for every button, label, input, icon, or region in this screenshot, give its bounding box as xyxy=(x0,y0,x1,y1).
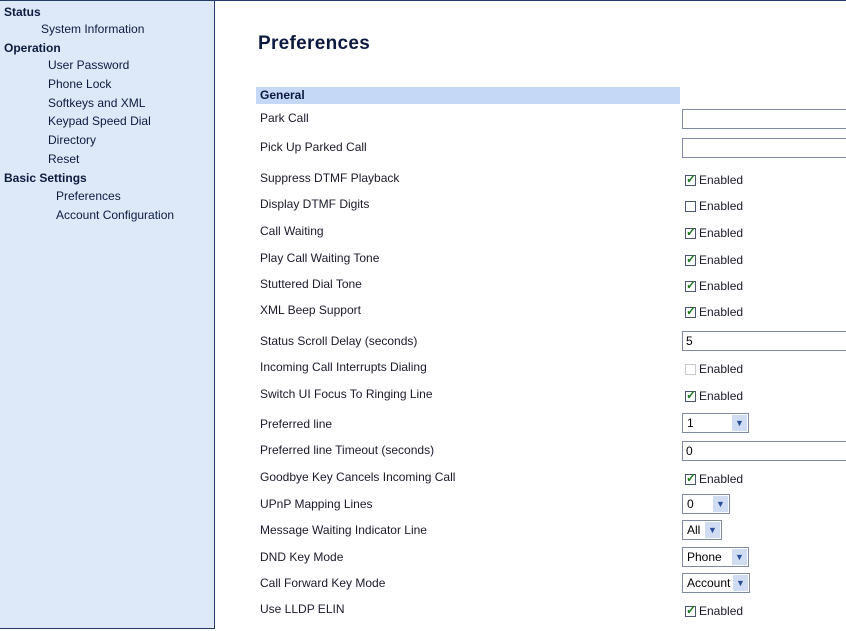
top-border xyxy=(215,0,846,1)
upnp-mapping-lines-select[interactable]: 0 ▼ xyxy=(682,494,730,514)
select-value: 1 xyxy=(687,416,694,430)
checkbox-box[interactable]: ✓ xyxy=(685,277,697,292)
sidebar-item-system-information[interactable]: System Information xyxy=(41,22,144,36)
park-call-input[interactable] xyxy=(682,109,846,129)
checkbox-box[interactable]: ✓ xyxy=(685,303,697,318)
sidebar-group-operation[interactable]: Operation xyxy=(4,41,61,55)
checkbox-box[interactable] xyxy=(685,363,696,375)
incoming-call-interrupts-dialing-checkbox[interactable]: Enabled xyxy=(685,362,743,376)
call-forward-key-mode-label: Call Forward Key Mode xyxy=(260,576,386,590)
switch-ui-focus-checkbox[interactable]: ✓ Enabled xyxy=(685,387,744,403)
enabled-label: Enabled xyxy=(699,604,744,618)
chevron-down-icon[interactable]: ▼ xyxy=(732,415,747,431)
pick-up-parked-call-label: Pick Up Parked Call xyxy=(260,140,367,154)
chevron-down-icon[interactable]: ▼ xyxy=(733,575,748,591)
sidebar-item-reset[interactable]: Reset xyxy=(48,152,79,166)
use-lldp-elin-checkbox[interactable]: ✓ Enabled xyxy=(685,602,744,618)
suppress-dtmf-playback-label: Suppress DTMF Playback xyxy=(260,171,400,185)
checkbox-box[interactable]: ✓ xyxy=(685,224,697,239)
section-header-bar xyxy=(256,87,680,104)
dnd-key-mode-label: DND Key Mode xyxy=(260,550,344,564)
checkbox-box[interactable]: ✓ xyxy=(685,171,697,186)
preferred-line-select[interactable]: 1 ▼ xyxy=(682,413,749,433)
park-call-label: Park Call xyxy=(260,111,309,125)
sidebar-item-preferences[interactable]: Preferences xyxy=(56,189,121,203)
xml-beep-support-label: XML Beep Support xyxy=(260,303,361,317)
check-mark-icon: ✓ xyxy=(686,277,697,292)
sidebar-group-basic-settings[interactable]: Basic Settings xyxy=(4,171,87,185)
chevron-down-icon[interactable]: ▼ xyxy=(732,549,747,565)
check-mark-icon: ✓ xyxy=(686,171,697,186)
goodbye-key-cancels-label: Goodbye Key Cancels Incoming Call xyxy=(260,470,456,484)
goodbye-key-cancels-checkbox[interactable]: ✓ Enabled xyxy=(685,470,744,486)
sidebar-item-account-configuration[interactable]: Account Configuration xyxy=(56,208,174,222)
page-title: Preferences xyxy=(258,33,371,54)
sidebar-item-directory[interactable]: Directory xyxy=(48,133,96,147)
preferred-line-label: Preferred line xyxy=(260,417,333,431)
sidebar-item-softkeys-and-xml[interactable]: Softkeys and XML xyxy=(48,96,145,110)
call-waiting-label: Call Waiting xyxy=(260,224,324,238)
display-dtmf-digits-label: Display DTMF Digits xyxy=(260,197,370,211)
sidebar-item-user-password[interactable]: User Password xyxy=(48,58,129,72)
suppress-dtmf-playback-checkbox[interactable]: ✓ Enabled xyxy=(685,171,744,187)
display-dtmf-digits-checkbox[interactable]: Enabled xyxy=(685,199,743,213)
use-lldp-elin-label: Use LLDP ELIN xyxy=(260,602,345,616)
call-waiting-checkbox[interactable]: ✓ Enabled xyxy=(685,224,744,240)
sidebar-group-status[interactable]: Status xyxy=(4,5,41,19)
check-mark-icon: ✓ xyxy=(686,387,697,402)
chevron-down-icon[interactable]: ▼ xyxy=(705,522,720,538)
status-scroll-delay-input[interactable] xyxy=(682,331,846,351)
stuttered-dial-tone-checkbox[interactable]: ✓ Enabled xyxy=(685,277,744,293)
upnp-mapping-lines-label: UPnP Mapping Lines xyxy=(260,497,373,511)
enabled-label: Enabled xyxy=(699,199,744,213)
message-waiting-indicator-line-label: Message Waiting Indicator Line xyxy=(260,523,427,537)
enabled-label: Enabled xyxy=(699,305,744,319)
status-scroll-delay-label: Status Scroll Delay (seconds) xyxy=(260,334,418,348)
sidebar-nav: Status System Information Operation User… xyxy=(0,0,215,629)
checkbox-box[interactable]: ✓ xyxy=(685,251,697,266)
checkbox-box[interactable]: ✓ xyxy=(685,470,697,485)
enabled-label: Enabled xyxy=(699,173,744,187)
check-mark-icon: ✓ xyxy=(686,251,697,266)
select-value: All xyxy=(687,523,701,537)
check-mark-icon: ✓ xyxy=(686,224,697,239)
xml-beep-support-checkbox[interactable]: ✓ Enabled xyxy=(685,303,744,319)
select-value: Account xyxy=(687,576,731,590)
enabled-label: Enabled xyxy=(699,389,744,403)
preferred-line-timeout-input[interactable] xyxy=(682,441,846,461)
stuttered-dial-tone-label: Stuttered Dial Tone xyxy=(260,277,362,291)
pick-up-parked-call-input[interactable] xyxy=(682,138,846,158)
preferred-line-timeout-label: Preferred line Timeout (seconds) xyxy=(260,443,435,457)
check-mark-icon: ✓ xyxy=(686,470,697,485)
enabled-label: Enabled xyxy=(699,226,744,240)
enabled-label: Enabled xyxy=(699,472,744,486)
section-title-general: General xyxy=(260,88,305,102)
sidebar-item-phone-lock[interactable]: Phone Lock xyxy=(48,77,111,91)
dnd-key-mode-select[interactable]: Phone ▼ xyxy=(682,547,749,567)
select-value: 0 xyxy=(687,497,694,511)
checkbox-box[interactable]: ✓ xyxy=(685,602,697,617)
check-mark-icon: ✓ xyxy=(686,303,697,318)
check-mark-icon: ✓ xyxy=(686,602,697,617)
play-call-waiting-tone-label: Play Call Waiting Tone xyxy=(260,251,380,265)
checkbox-box[interactable] xyxy=(685,200,696,212)
select-value: Phone xyxy=(687,550,722,564)
message-waiting-indicator-line-select[interactable]: All ▼ xyxy=(682,520,722,540)
enabled-label: Enabled xyxy=(699,362,744,376)
checkbox-box[interactable]: ✓ xyxy=(685,387,697,402)
sidebar-item-keypad-speed-dial[interactable]: Keypad Speed Dial xyxy=(48,114,151,128)
incoming-call-interrupts-dialing-label: Incoming Call Interrupts Dialing xyxy=(260,360,427,374)
call-forward-key-mode-select[interactable]: Account ▼ xyxy=(682,573,750,593)
play-call-waiting-tone-checkbox[interactable]: ✓ Enabled xyxy=(685,251,744,267)
enabled-label: Enabled xyxy=(699,279,744,293)
switch-ui-focus-label: Switch UI Focus To Ringing Line xyxy=(260,387,433,401)
chevron-down-icon[interactable]: ▼ xyxy=(713,496,728,512)
enabled-label: Enabled xyxy=(699,253,744,267)
